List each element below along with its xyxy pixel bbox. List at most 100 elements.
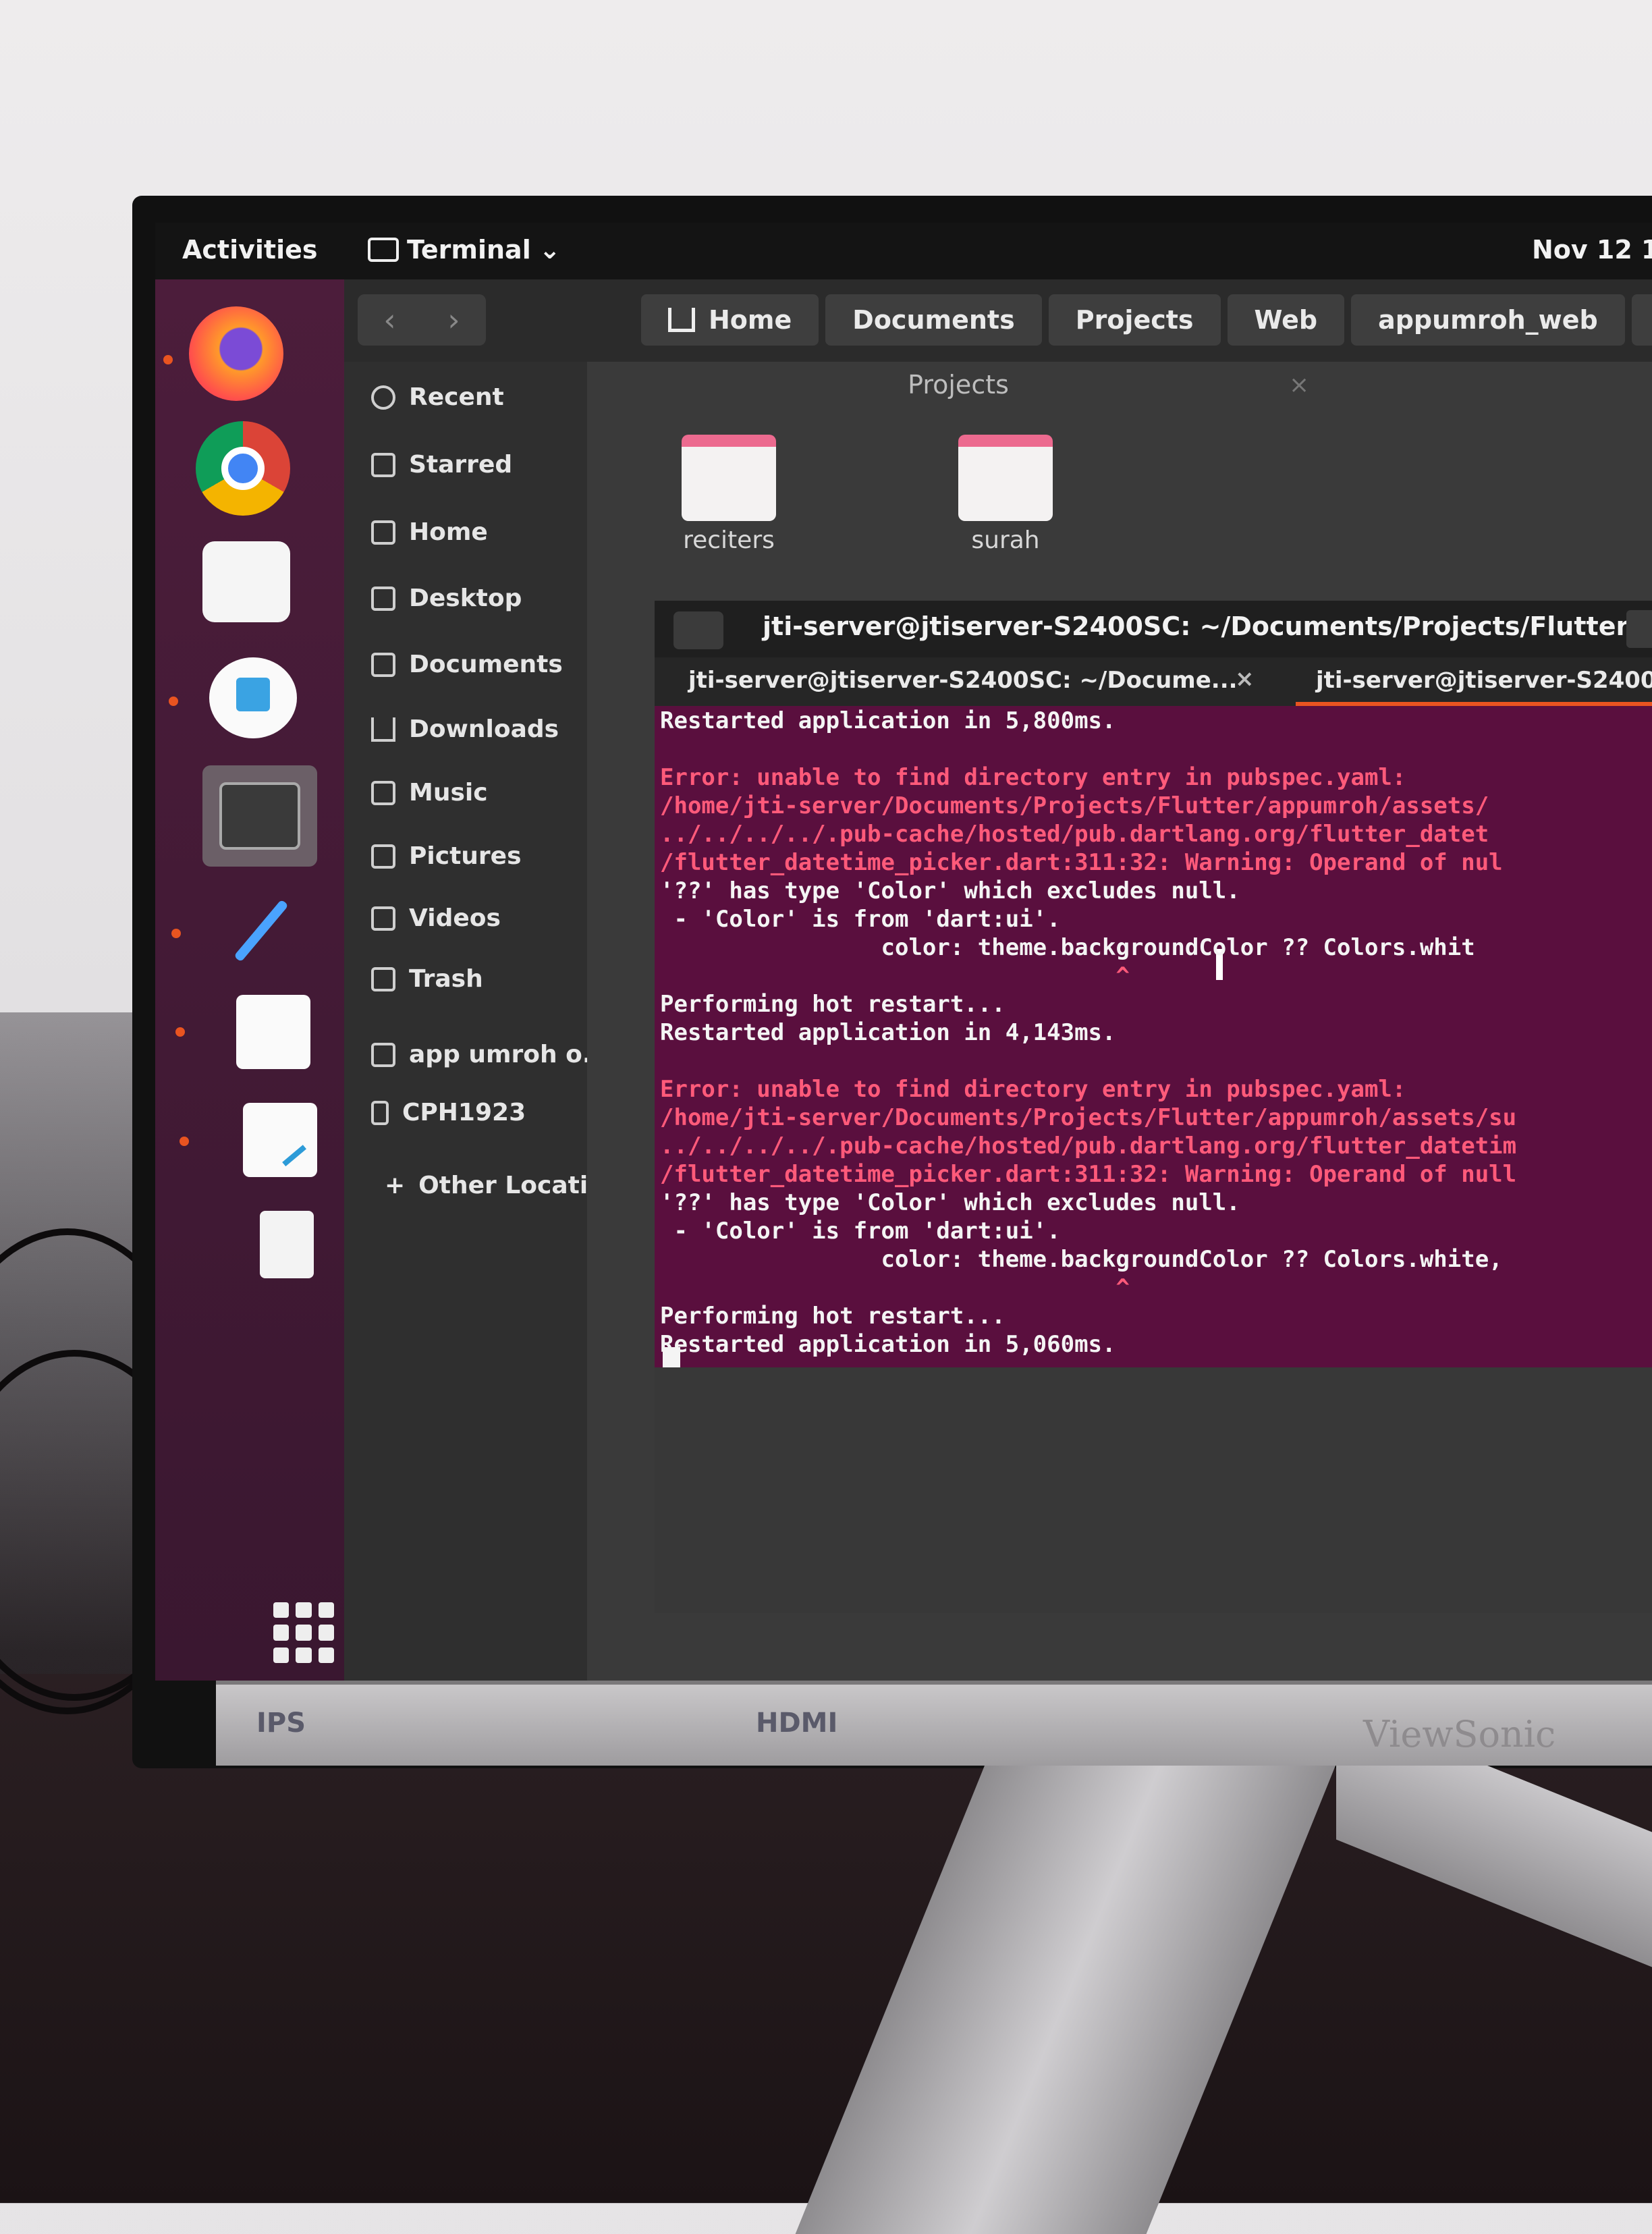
menu-button[interactable] bbox=[1626, 610, 1652, 648]
sidebar-item-phone[interactable]: CPH1923 bbox=[371, 1099, 526, 1126]
terminal-window: jti-server@jtiserver-S2400SC: ~/Document… bbox=[655, 601, 1652, 1613]
drive-icon bbox=[371, 1042, 395, 1067]
terminal-icon[interactable] bbox=[219, 782, 300, 850]
terminal-titlebar: jti-server@jtiserver-S2400SC: ~/Document… bbox=[655, 601, 1652, 657]
app-menu-label: Terminal bbox=[407, 235, 531, 265]
chrome-icon[interactable] bbox=[196, 421, 290, 516]
chin-label-hdmi: HDMI bbox=[756, 1708, 838, 1739]
terminal-tab-active[interactable]: jti-server@jtiserver-S2400 bbox=[1316, 667, 1652, 694]
sidebar-item-label: Home bbox=[409, 518, 488, 546]
chevron-down-icon: ⌄ bbox=[539, 235, 561, 265]
terminal-line: - 'Color' is from 'dart:ui'. bbox=[660, 1218, 1061, 1245]
download-icon bbox=[371, 717, 395, 742]
terminal-line: /home/jti-server/Documents/Projects/Flut… bbox=[660, 792, 1489, 819]
firefox-icon[interactable] bbox=[189, 306, 283, 401]
terminal-line: '??' has type 'Color' which excludes nul… bbox=[660, 1189, 1240, 1216]
terminal-line: - 'Color' is from 'dart:ui'. bbox=[660, 906, 1061, 933]
star-icon bbox=[371, 452, 395, 477]
sidebar-item-drive[interactable]: app umroh o... bbox=[371, 1041, 610, 1068]
terminal-line: Error: unable to find directory entry in… bbox=[660, 764, 1406, 791]
breadcrumb-label: Home bbox=[709, 305, 792, 335]
terminal-line: ../../../../.pub-cache/hosted/pub.dartla… bbox=[660, 1133, 1517, 1160]
terminal-line: /flutter_datetime_picker.dart:311:32: Wa… bbox=[660, 849, 1503, 876]
sidebar-item-label: Trash bbox=[409, 965, 483, 993]
color-picker-icon[interactable] bbox=[223, 887, 297, 962]
terminal-tab[interactable]: jti-server@jtiserver-S2400SC: ~/Docume..… bbox=[688, 667, 1238, 694]
plus-icon: + bbox=[385, 1172, 406, 1199]
folder-label: surah bbox=[971, 526, 1040, 554]
music-icon bbox=[371, 780, 395, 805]
sidebar-item-downloads[interactable]: Downloads bbox=[371, 715, 559, 743]
sidebar-item-music[interactable]: Music bbox=[371, 779, 488, 807]
terminal-line: Restarted application in 5,800ms. bbox=[660, 707, 1116, 734]
forward-button[interactable]: › bbox=[447, 302, 460, 338]
document-icon[interactable] bbox=[236, 995, 310, 1069]
breadcrumb-projects[interactable]: Projects bbox=[1048, 294, 1221, 346]
sidebar-item-recent[interactable]: Recent bbox=[371, 383, 504, 411]
app-menu[interactable]: Terminal ⌄ bbox=[368, 235, 561, 265]
dock bbox=[155, 279, 344, 1681]
terminal-title: jti-server@jtiserver-S2400SC: ~/Document… bbox=[763, 611, 1652, 641]
files-icon[interactable] bbox=[202, 541, 290, 622]
running-indicator bbox=[163, 355, 173, 364]
close-icon[interactable]: × bbox=[1235, 665, 1255, 692]
desktop-icon bbox=[371, 586, 395, 611]
close-icon[interactable]: × bbox=[1289, 371, 1309, 399]
activities-button[interactable]: Activities bbox=[182, 235, 318, 265]
document-icon bbox=[371, 652, 395, 677]
sidebar-item-desktop[interactable]: Desktop bbox=[371, 584, 522, 612]
breadcrumb-home[interactable]: Home bbox=[641, 294, 819, 346]
terminal-line: '??' has type 'Color' which excludes nul… bbox=[660, 877, 1240, 904]
sidebar-item-trash[interactable]: Trash bbox=[371, 965, 483, 993]
running-indicator bbox=[180, 1137, 189, 1146]
terminal-tabs: jti-server@jtiserver-S2400SC: ~/Docume..… bbox=[655, 657, 1652, 706]
running-indicator bbox=[169, 697, 178, 706]
new-tab-icon[interactable] bbox=[673, 611, 723, 649]
home-icon bbox=[371, 520, 395, 545]
breadcrumb-user[interactable]: user bbox=[1631, 294, 1652, 346]
color-picker-icon-stroke bbox=[233, 899, 289, 962]
content-title: Projects bbox=[908, 370, 1009, 400]
sidebar-item-videos[interactable]: Videos bbox=[371, 904, 501, 932]
vscode-icon[interactable] bbox=[209, 657, 297, 738]
monitor-brand: ViewSonic bbox=[1363, 1713, 1556, 1755]
sidebar-item-label: CPH1923 bbox=[402, 1099, 526, 1126]
show-apps-icon[interactable] bbox=[273, 1602, 334, 1663]
files-headerbar: ‹ › Home Documents Projects Web appumroh… bbox=[344, 279, 1652, 362]
sidebar-item-documents[interactable]: Documents bbox=[371, 651, 563, 678]
sidebar-item-label: Downloads bbox=[409, 715, 559, 743]
running-indicator bbox=[175, 1027, 185, 1037]
folder-icon[interactable] bbox=[682, 435, 776, 521]
sidebar-item-home[interactable]: Home bbox=[371, 518, 488, 546]
image-icon bbox=[371, 844, 395, 869]
folder-label: reciters bbox=[683, 526, 775, 554]
terminal-line: color: theme.backgroundColor ?? Colors.w… bbox=[660, 1246, 1503, 1273]
terminal-icon bbox=[368, 238, 399, 262]
terminal-line: Restarted application in 5,060ms. bbox=[660, 1331, 1116, 1358]
terminal-line: color: theme.backgroundColor ?? Colors.w… bbox=[660, 934, 1475, 961]
phone-icon bbox=[371, 1100, 389, 1125]
sidebar-item-pictures[interactable]: Pictures bbox=[371, 842, 522, 870]
terminal-line: ^ bbox=[660, 962, 1130, 989]
document-icon[interactable] bbox=[260, 1211, 314, 1278]
pencil-icon bbox=[260, 1118, 306, 1167]
terminal-line: Restarted application in 4,143ms. bbox=[660, 1019, 1116, 1046]
trash-icon bbox=[371, 966, 395, 991]
terminal-line: Error: unable to find directory entry in… bbox=[660, 1076, 1406, 1103]
running-indicator bbox=[171, 929, 181, 938]
sidebar-item-label: Desktop bbox=[409, 584, 522, 612]
terminal-line: /home/jti-server/Documents/Projects/Flut… bbox=[660, 1104, 1517, 1131]
clock[interactable]: Nov 12 1( bbox=[1532, 235, 1652, 265]
breadcrumb-web[interactable]: Web bbox=[1227, 294, 1345, 346]
film-icon bbox=[371, 906, 395, 931]
breadcrumb: Home Documents Projects Web appumroh_web… bbox=[641, 294, 1652, 346]
text-editor-icon[interactable] bbox=[243, 1103, 317, 1177]
terminal-output[interactable]: Restarted application in 5,800ms. Error: … bbox=[655, 706, 1652, 1374]
nav-buttons: ‹ › bbox=[358, 294, 486, 346]
breadcrumb-appumroh-web[interactable]: appumroh_web bbox=[1351, 294, 1625, 346]
folder-icon[interactable] bbox=[958, 435, 1053, 521]
top-bar: Activities Terminal ⌄ Nov 12 1( bbox=[155, 223, 1652, 279]
sidebar-item-starred[interactable]: Starred bbox=[371, 451, 512, 479]
back-button[interactable]: ‹ bbox=[383, 302, 395, 338]
breadcrumb-documents[interactable]: Documents bbox=[825, 294, 1042, 346]
